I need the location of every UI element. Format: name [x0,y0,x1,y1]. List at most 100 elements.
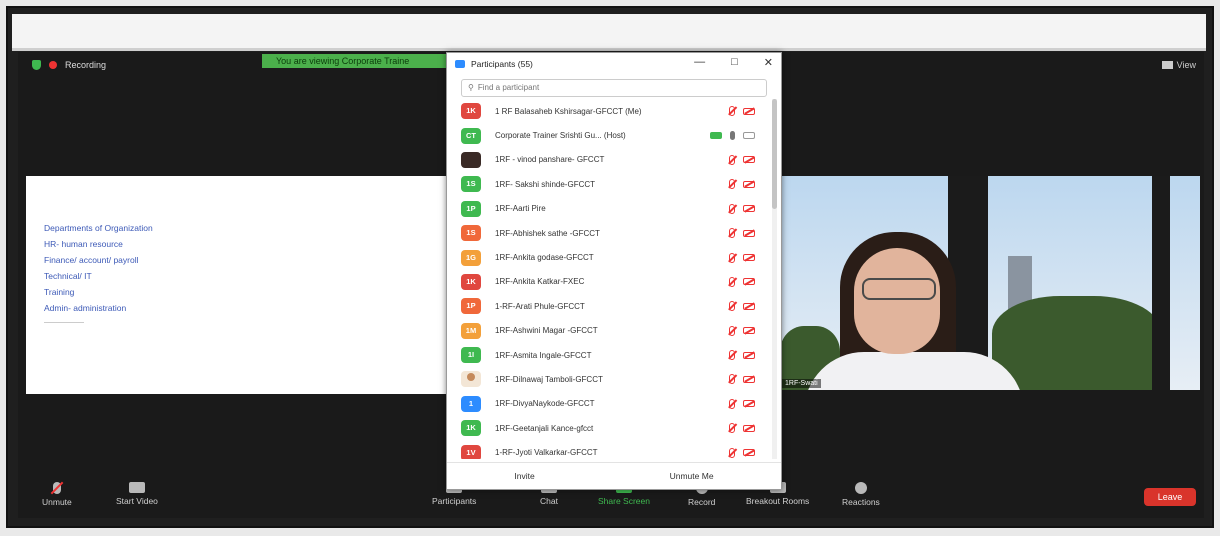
slide-bullet: HR- human resource [44,239,123,249]
person-face [854,248,940,354]
slide-bullet-list: Departments of Organization HR- human res… [44,220,153,316]
text-cursor-line [44,322,84,323]
participant-status-icons [729,447,755,458]
participant-row[interactable]: 1S 1RF- Sakshi shinde-GFCCT [447,172,769,196]
share-screen-label: Share Screen [598,496,650,506]
muted-mic-icon [729,374,735,385]
muted-mic-icon [729,228,735,239]
participant-row[interactable]: 1 1RF-DivyaNaykode-GFCCT [447,392,769,416]
mic-on-icon [730,131,735,141]
participant-list: 1K 1 RF Balasaheb Kshirsagar-GFCCT (Me) CT… [447,99,769,459]
participant-name: Corporate Trainer Srishti Gu... (Host) [495,131,626,141]
participant-row[interactable]: 1M 1RF-Ashwini Magar -GFCCT [447,319,769,343]
participant-name: 1RF-Dilnawaj Tamboli-GFCCT [495,374,603,384]
search-placeholder: Find a participant [477,83,540,92]
maximize-icon[interactable]: □ [731,56,738,69]
scrollbar-thumb[interactable] [772,99,777,209]
muted-mic-icon [729,325,735,336]
participant-name: 1-RF-Arati Phule-GFCCT [495,301,585,311]
participant-status-icons [729,423,755,434]
participant-avatar: 1K [461,420,481,437]
unmute-button[interactable]: Unmute [42,482,72,507]
trees-shape [992,296,1162,390]
window-controls: — □ ✕ [694,56,773,69]
security-shield-icon[interactable] [32,60,41,70]
start-video-button[interactable]: Start Video [116,482,158,506]
viewing-banner: You are viewing Corporate Traine [262,54,460,68]
participant-row[interactable]: 1RF - vinod panshare- GFCCT [447,148,769,172]
participant-name: 1RF-Geetanjali Kance-gfcct [495,423,594,433]
panel-footer: Invite Unmute Me [447,462,781,489]
leave-button[interactable]: Leave [1144,488,1196,506]
participant-avatar: 1G [461,249,481,266]
participant-row[interactable]: 1S 1RF-Abhishek sathe -GFCCT [447,221,769,245]
slide-bullet: Departments of Organization [44,223,153,233]
invite-button[interactable]: Invite [506,469,542,483]
participant-row[interactable]: CT Corporate Trainer Srishti Gu... (Host) [447,123,769,147]
recording-dot-icon [49,61,57,69]
camera-off-icon [743,302,755,310]
participant-row[interactable]: 1I 1RF-Asmita Ingale-GFCCT [447,343,769,367]
participant-row[interactable]: 1V 1-RF-Jyoti Valkarkar-GFCCT [447,440,769,459]
participant-status-icons [729,106,755,117]
participant-avatar [461,371,481,388]
participant-row[interactable]: 1K 1RF-Ankita Katkar-FXEC [447,270,769,294]
participant-avatar: 1P [461,298,481,315]
camera-off-icon [743,180,755,188]
participant-avatar: 1I [461,347,481,364]
speaker-video[interactable]: 1RF-Swati [780,176,1200,390]
unmute-label: Unmute [42,497,72,507]
participant-avatar [461,151,481,168]
slide-bullet: Finance/ account/ payroll [44,255,139,265]
participant-name: 1RF - vinod panshare- GFCCT [495,155,605,165]
participant-status-icons [729,276,755,287]
participant-list-scrollbar[interactable] [772,99,777,459]
glasses [862,278,936,300]
participant-status-icons [729,154,755,165]
view-label: View [1176,60,1196,70]
muted-mic-icon [729,154,735,165]
muted-mic-icon [729,447,735,458]
start-video-label: Start Video [116,496,158,506]
camera-off-icon [743,327,755,335]
participant-avatar: 1S [461,176,481,193]
participant-status-icons [707,131,755,141]
participant-status-icons [729,325,755,336]
participant-row[interactable]: 1RF-Dilnawaj Tamboli-GFCCT [447,367,769,391]
participant-row[interactable]: 1K 1 RF Balasaheb Kshirsagar-GFCCT (Me) [447,99,769,123]
participant-avatar: 1S [461,225,481,242]
participant-search-input[interactable]: ⚲ Find a participant [461,79,767,97]
camera-icon [743,132,755,140]
minimize-icon[interactable]: — [694,56,705,69]
view-button[interactable]: View [1161,60,1196,70]
participant-row[interactable]: 1P 1RF-Aarti Pire [447,197,769,221]
close-icon[interactable]: ✕ [764,56,773,69]
participant-avatar: 1K [461,273,481,290]
participant-avatar: 1P [461,200,481,217]
slide-bullet: Admin- administration [44,303,127,313]
recording-label: Recording [65,60,107,70]
participant-name: 1-RF-Jyoti Valkarkar-GFCCT [495,448,598,458]
muted-mic-icon [729,106,735,117]
participants-label: Participants [432,496,477,506]
window-top-bar [12,14,1206,51]
participant-row[interactable]: 1P 1-RF-Arati Phule-GFCCT [447,294,769,318]
participant-name: 1RF-Ankita godase-GFCCT [495,253,594,263]
slide-bullet: Technical/ IT [44,271,92,281]
camera-off-icon [743,400,755,408]
camera-off-icon [743,107,755,115]
panel-title: Participants (55) [471,59,533,69]
participant-status-icons [729,350,755,361]
participant-name: 1RF-Ankita Katkar-FXEC [495,277,585,287]
participant-status-icons [729,398,755,409]
participant-status-icons [729,252,755,263]
participant-row[interactable]: 1K 1RF-Geetanjali Kance-gfcct [447,416,769,440]
participants-panel: Participants (55) — □ ✕ ⚲ Find a partici… [446,52,782,490]
participant-row[interactable]: 1G 1RF-Ankita godase-GFCCT [447,245,769,269]
participant-status-icons [729,203,755,214]
unmute-me-button[interactable]: Unmute Me [662,469,722,483]
reactions-button[interactable]: Reactions [842,482,880,507]
record-label: Record [688,497,716,507]
participant-avatar: CT [461,127,481,144]
participant-name: 1RF-Abhishek sathe -GFCCT [495,228,600,238]
